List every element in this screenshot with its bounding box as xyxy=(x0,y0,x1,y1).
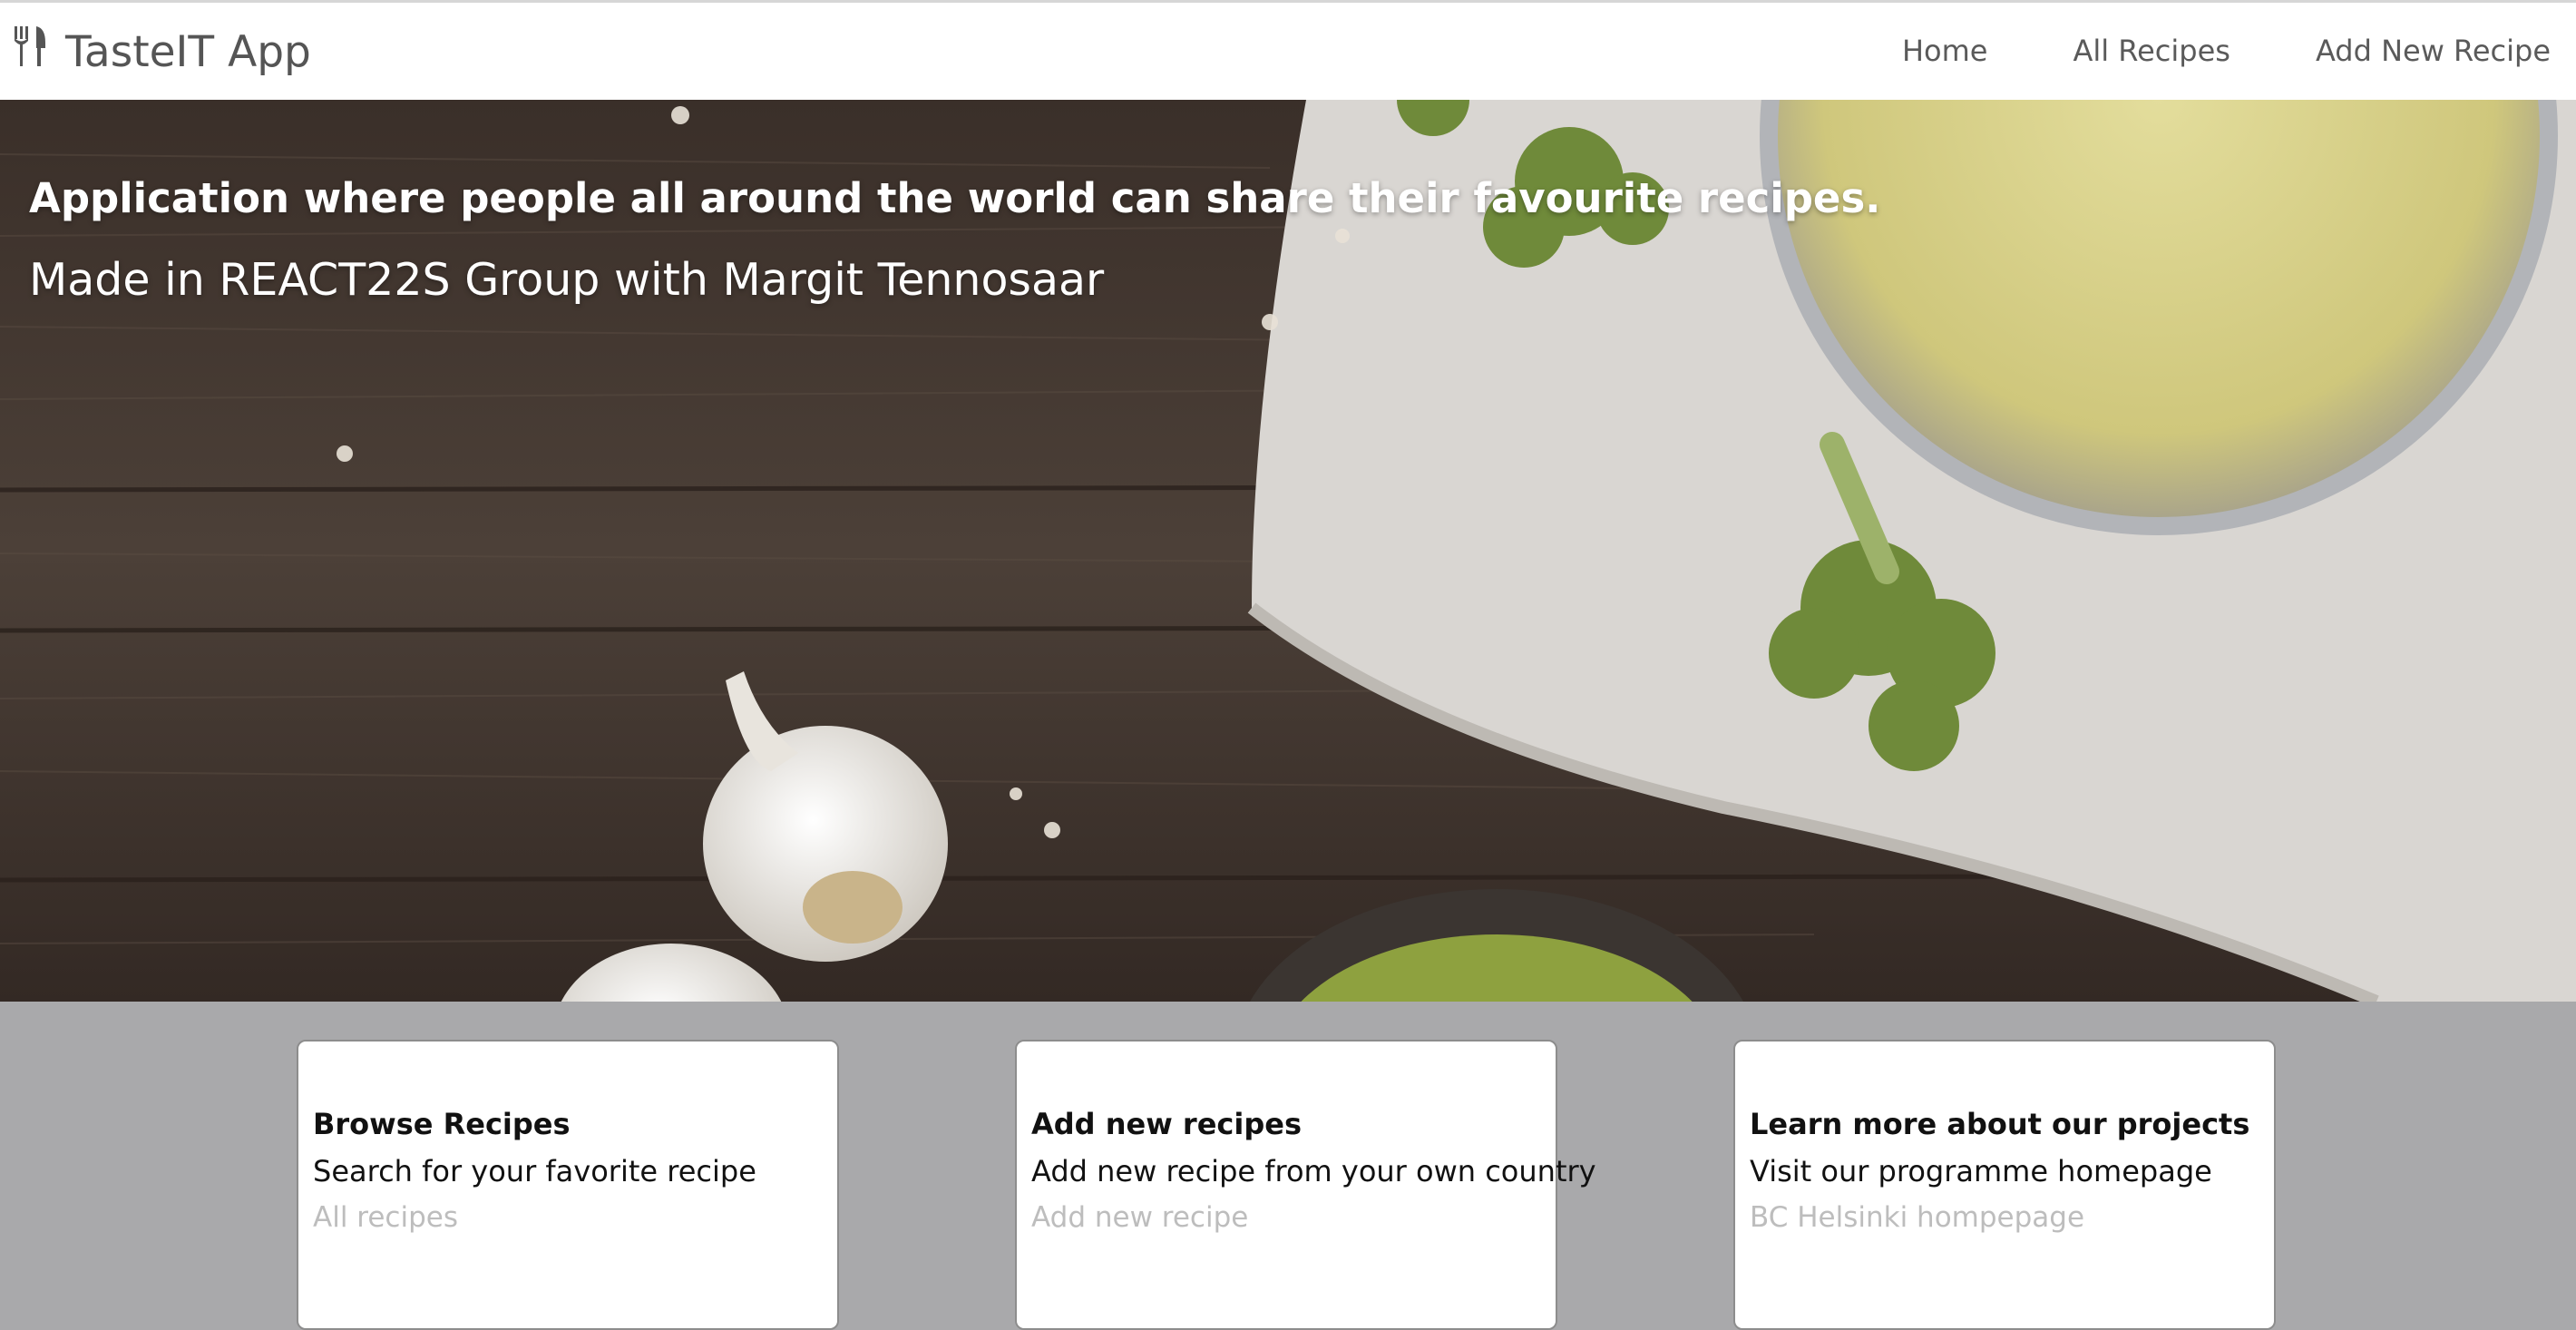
nav-all-recipes-link[interactable]: All Recipes xyxy=(2073,34,2230,68)
feature-cards: Browse Recipes Search for your favorite … xyxy=(0,1002,2576,1330)
hero-headline: Application where people all around the … xyxy=(29,174,1881,222)
top-navbar: TasteIT App Home All Recipes Add New Rec… xyxy=(0,0,2576,100)
all-recipes-link[interactable]: All recipes xyxy=(313,1201,458,1234)
hero-banner: Application where people all around the … xyxy=(0,100,2576,1002)
card-text: Add new recipe from your own country xyxy=(1031,1154,1596,1188)
card-title: Browse Recipes xyxy=(313,1107,571,1141)
main-nav: Home All Recipes Add New Recipe xyxy=(1817,34,2551,68)
card-text: Visit our programme homepage xyxy=(1750,1154,2212,1188)
brand[interactable]: TasteIT App xyxy=(13,24,311,79)
card-title: Learn more about our projects xyxy=(1750,1107,2250,1141)
fork-knife-icon xyxy=(15,26,45,66)
add-new-recipe-link[interactable]: Add new recipe xyxy=(1031,1201,1248,1234)
card-browse-recipes: Browse Recipes Search for your favorite … xyxy=(297,1040,839,1330)
hero-subtitle: Made in REACT22S Group with Margit Tenno… xyxy=(29,254,1105,306)
card-text: Search for your favorite recipe xyxy=(313,1154,756,1188)
app-title: TasteIT App xyxy=(65,26,311,77)
nav-home-link[interactable]: Home xyxy=(1902,34,1988,68)
hero-background-image xyxy=(0,100,2576,1002)
nav-add-new-recipe-link[interactable]: Add New Recipe xyxy=(2316,34,2551,68)
card-add-new-recipes: Add new recipes Add new recipe from your… xyxy=(1015,1040,1596,1330)
card-title: Add new recipes xyxy=(1031,1107,1302,1141)
card-learn-more: Learn more about our projects Visit our … xyxy=(1733,1040,2276,1330)
bc-helsinki-homepage-link[interactable]: BC Helsinki hompepage xyxy=(1750,1201,2084,1234)
